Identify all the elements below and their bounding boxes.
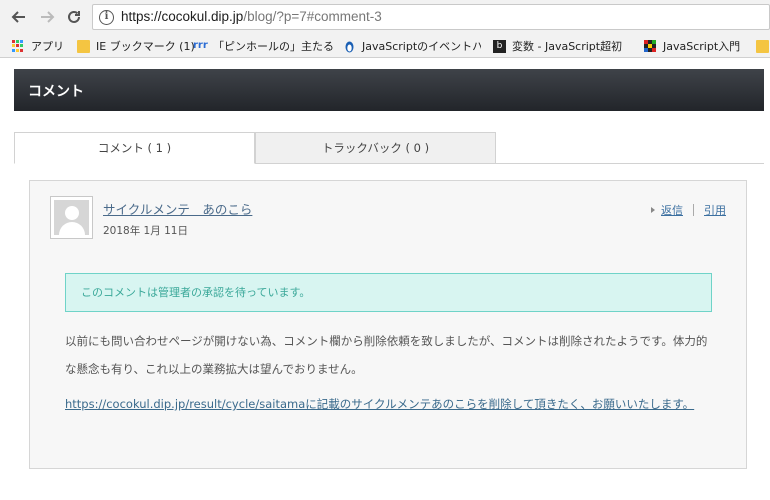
reply-link[interactable]: 返信	[661, 202, 683, 218]
bookmark-js-event[interactable]: JavaScriptのイベントハン	[343, 38, 481, 54]
bookmark-pinhole[interactable]: rrr 「ピンホールの」主たる原因	[193, 38, 333, 54]
bookmarks-bar: アプリ IE ブックマーク (1) rrr 「ピンホールの」主たる原因 Java…	[0, 34, 770, 58]
default-avatar-icon	[54, 200, 89, 235]
folder-icon	[77, 39, 90, 53]
comment-date: 2018年 1月 11日	[103, 225, 188, 237]
bookmark-js-variable[interactable]: b 変数 - JavaScript超初	[493, 38, 631, 54]
section-header: コメント	[14, 69, 764, 111]
grid-favicon	[644, 39, 657, 53]
reload-button[interactable]	[63, 6, 85, 28]
arrow-right-icon	[41, 11, 55, 23]
back-button[interactable]	[8, 6, 30, 28]
arrow-left-icon	[11, 11, 25, 23]
avatar	[50, 196, 93, 239]
reload-icon	[68, 10, 80, 23]
tab-trackbacks[interactable]: トラックバック ( 0 )	[255, 132, 496, 164]
bookmark-overflow[interactable]	[756, 38, 770, 54]
comment-body: 以前にも問い合わせページが開けない為、コメント欄から削除依頼を致しましたが、コメ…	[65, 334, 708, 376]
url-text: https://cocokul.dip.jp/blog/?p=7#comment…	[121, 9, 382, 24]
bookmark-apps[interactable]: アプリ	[12, 38, 64, 54]
action-divider	[693, 204, 694, 216]
info-icon[interactable]: i	[99, 10, 114, 25]
browser-toolbar: i https://cocokul.dip.jp/blog/?p=7#comme…	[0, 0, 770, 34]
comment-item: サイクルメンテ あのこら 2018年 1月 11日 返信 引用 このコメントは管…	[29, 180, 747, 469]
bookmark-js-intro[interactable]: JavaScript入門	[644, 38, 740, 54]
apps-grid-icon	[12, 39, 25, 53]
folder-icon	[756, 39, 769, 53]
tab-comments[interactable]: コメント ( 1 )	[14, 132, 255, 164]
section-title: コメント	[28, 84, 84, 100]
penguin-favicon	[343, 40, 356, 53]
quote-link[interactable]: 引用	[704, 202, 726, 218]
bookmark-ie-folder[interactable]: IE ブックマーク (1)	[77, 38, 195, 54]
triangle-right-icon	[651, 207, 655, 213]
moderation-notice: このコメントは管理者の承認を待っています。	[65, 273, 712, 312]
book-favicon: b	[493, 39, 506, 53]
comment-actions: 返信 引用	[651, 202, 726, 218]
site-favicon: rrr	[193, 39, 208, 51]
address-bar[interactable]: i https://cocokul.dip.jp/blog/?p=7#comme…	[92, 4, 770, 30]
comment-url-link[interactable]: https://cocokul.dip.jp/result/cycle/sait…	[65, 391, 715, 418]
comment-author-link[interactable]: サイクルメンテ あのこら	[103, 199, 252, 218]
page-content: コメント コメント ( 1 ) トラックバック ( 0 ) サイクルメンテ あの…	[0, 59, 770, 500]
forward-button[interactable]	[36, 6, 58, 28]
